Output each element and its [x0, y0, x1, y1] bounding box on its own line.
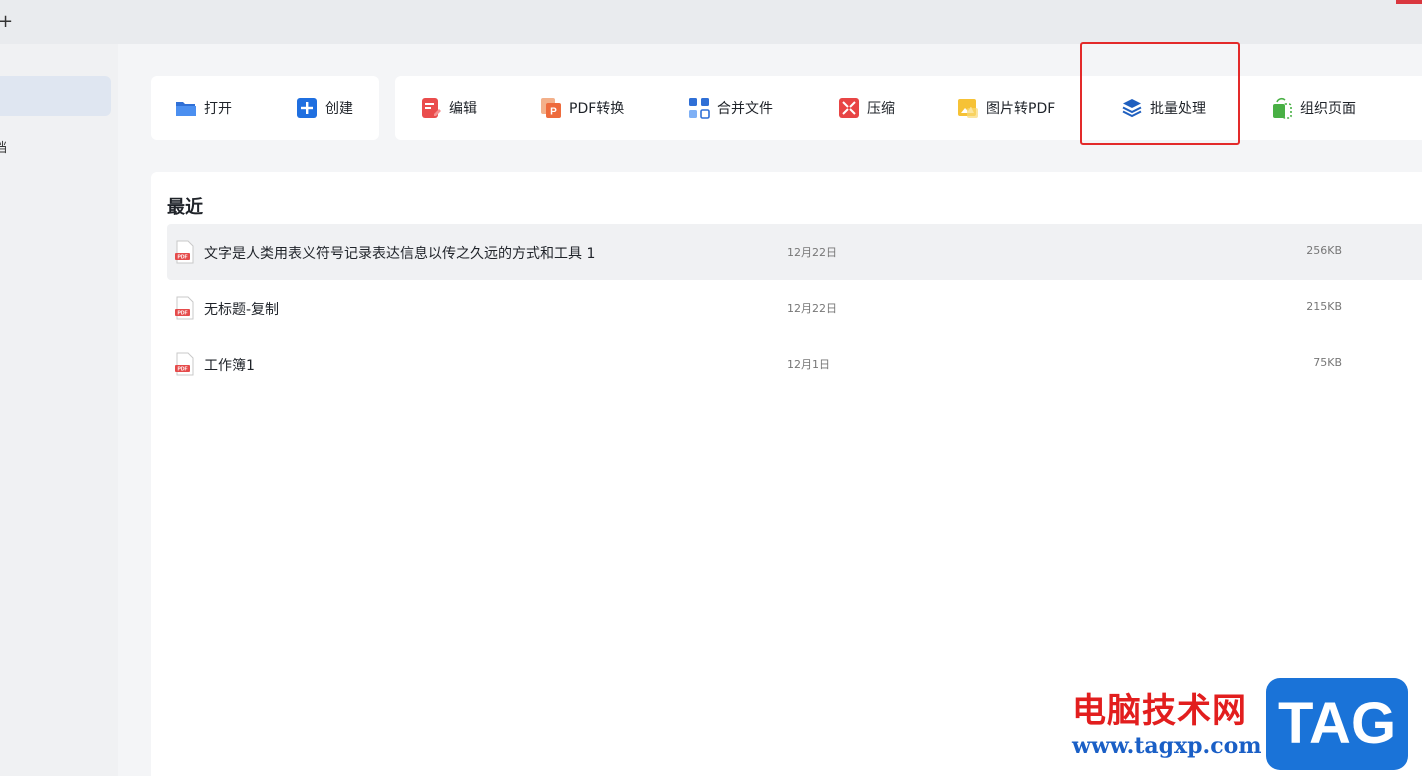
open-button[interactable]: 打开 [175, 96, 232, 120]
watermark-url: www.tagxp.com [1072, 733, 1262, 759]
compress-icon [839, 98, 859, 118]
folder-icon [176, 102, 196, 116]
watermark-site-name: 电脑技术网 [1072, 691, 1247, 731]
pdf-file-icon: PDF [175, 240, 194, 264]
edit-button[interactable]: 编辑 [420, 96, 477, 120]
organize-pages-label: 组织页面 [1300, 101, 1356, 117]
svg-text:PDF: PDF [178, 255, 188, 261]
recent-title: 最近 [167, 197, 203, 218]
file-row[interactable]: PDF 工作簿1 12月1日 75KB [167, 336, 1422, 392]
svg-text:PDF: PDF [178, 311, 188, 317]
image-to-pdf-button[interactable]: 图片转PDF [957, 96, 1055, 120]
edit-doc-icon [422, 98, 441, 118]
watermark-tag-logo: TAG [1266, 678, 1408, 770]
window-close-edge[interactable] [1396, 0, 1422, 4]
merge-button[interactable]: 合并文件 [688, 96, 773, 120]
file-name: 工作簿1 [204, 358, 255, 374]
file-date: 12月22日 [787, 246, 837, 259]
organize-pages-button[interactable]: 组织页面 [1271, 96, 1356, 120]
sidebar-item-documents[interactable]: 档 [0, 137, 7, 156]
svg-text:P: P [550, 107, 557, 118]
pdf-convert-button[interactable]: P PDF转换 [540, 96, 624, 120]
file-date: 12月1日 [787, 358, 830, 371]
file-row[interactable]: PDF 无标题-复制 12月22日 215KB [167, 280, 1422, 336]
image-icon [958, 99, 978, 118]
merge-icon [689, 98, 710, 119]
compress-button[interactable]: 压缩 [838, 96, 895, 120]
create-label: 创建 [325, 101, 353, 117]
pdf-convert-icon: P [541, 98, 561, 118]
compress-label: 压缩 [867, 101, 895, 117]
svg-text:PDF: PDF [178, 367, 188, 373]
file-size: 256KB [1306, 244, 1342, 257]
file-name: 无标题-复制 [204, 302, 280, 318]
file-name: 文字是人类用表义符号记录表达信息以传之久远的方式和工具 1 [204, 246, 596, 262]
title-bar: + [0, 0, 1422, 44]
new-tab-button[interactable]: + [0, 12, 13, 32]
open-label: 打开 [204, 101, 232, 117]
pdf-convert-label: PDF转换 [569, 101, 625, 117]
image-to-pdf-label: 图片转PDF [986, 101, 1056, 117]
sidebar-item-active[interactable] [0, 76, 111, 116]
pdf-file-icon: PDF [175, 352, 194, 376]
file-size: 75KB [1313, 356, 1342, 369]
file-row[interactable]: PDF 文字是人类用表义符号记录表达信息以传之久远的方式和工具 1 12月22日… [167, 224, 1422, 280]
pdf-file-icon: PDF [175, 296, 194, 320]
edit-label: 编辑 [449, 101, 477, 117]
plus-square-icon [297, 98, 317, 118]
organize-pages-icon [1273, 97, 1292, 119]
highlight-box [1080, 42, 1240, 145]
sidebar: 档 [0, 44, 118, 776]
merge-label: 合并文件 [717, 101, 773, 117]
file-size: 215KB [1306, 300, 1342, 313]
create-button[interactable]: 创建 [296, 96, 353, 120]
file-date: 12月22日 [787, 302, 837, 315]
